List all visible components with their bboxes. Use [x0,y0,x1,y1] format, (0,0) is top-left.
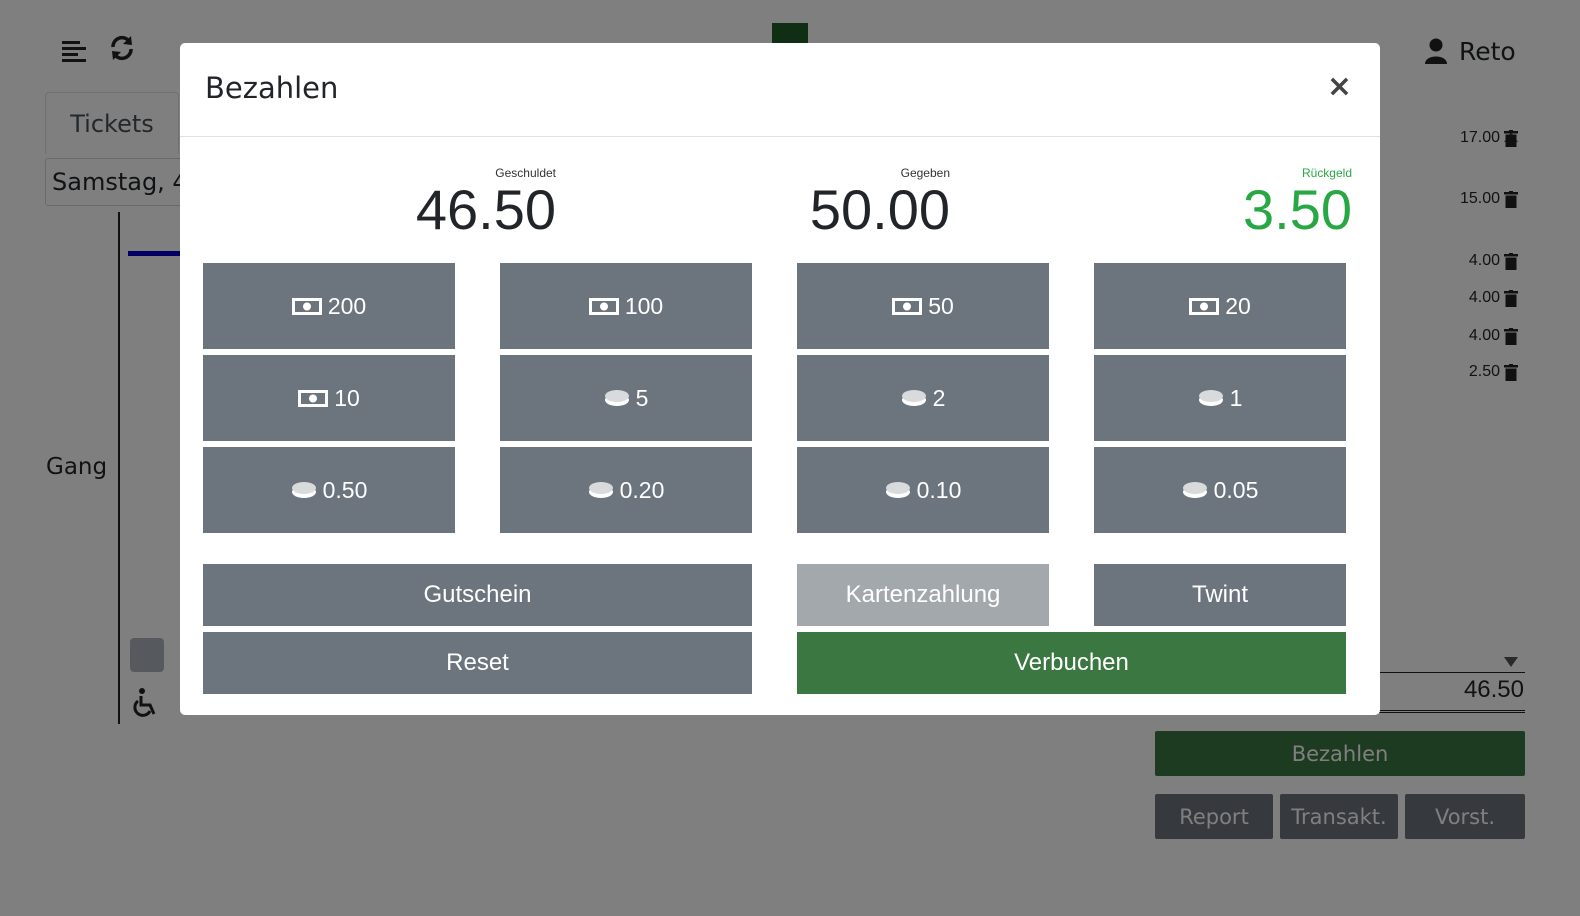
coin-icon [1198,390,1223,406]
banknote-icon [298,389,329,407]
reset-button[interactable]: Reset [203,632,752,694]
coin-icon [291,482,316,498]
voucher-button[interactable]: Gutschein [203,564,752,626]
owed-amount: Geschuldet 46.50 [380,166,556,239]
banknote-icon [1189,297,1220,315]
denomination-label: 10 [334,384,360,411]
denomination-button-0.20[interactable]: 0.20 [500,447,752,533]
owed-value: 46.50 [415,178,556,241]
denomination-label: 200 [327,292,367,319]
denomination-button-200[interactable]: 200 [203,263,455,349]
given-value: 50.00 [809,178,950,241]
coin-icon [1182,482,1207,498]
coin-icon [604,390,629,406]
denomination-label: 5 [635,384,649,411]
denomination-label: 0.05 [1213,476,1259,503]
banknote-icon [892,297,923,315]
denomination-button-20[interactable]: 20 [1094,263,1346,349]
denomination-label: 2 [932,384,946,411]
card-payment-button[interactable]: Kartenzahlung [797,564,1049,626]
close-icon[interactable]: × [1327,69,1352,104]
denomination-label: 50 [928,292,954,319]
denomination-label: 100 [624,292,664,319]
change-value: 3.50 [1243,178,1352,241]
denomination-button-1[interactable]: 1 [1094,355,1346,441]
change-amount: Rückgeld 3.50 [1180,166,1352,239]
denomination-button-0.50[interactable]: 0.50 [203,447,455,533]
denomination-button-5[interactable]: 5 [500,355,752,441]
denomination-button-0.05[interactable]: 0.05 [1094,447,1346,533]
banknote-icon [588,297,619,315]
denomination-label: 0.10 [916,476,962,503]
modal-header: Bezahlen × [180,43,1380,137]
denomination-label: 1 [1229,384,1243,411]
payment-modal: Bezahlen × Geschuldet 46.50 Gegeben 50.0… [180,43,1380,715]
coin-icon [901,390,926,406]
denomination-label: 0.50 [322,476,368,503]
modal-title: Bezahlen [205,71,339,105]
twint-button[interactable]: Twint [1094,564,1346,626]
given-amount: Gegeben 50.00 [770,166,950,239]
denomination-button-0.10[interactable]: 0.10 [797,447,1049,533]
coin-icon [885,482,910,498]
denomination-button-2[interactable]: 2 [797,355,1049,441]
denomination-label: 20 [1225,292,1251,319]
denomination-button-100[interactable]: 100 [500,263,752,349]
banknote-icon [291,297,322,315]
denomination-button-10[interactable]: 10 [203,355,455,441]
denomination-label: 0.20 [619,476,665,503]
book-button[interactable]: Verbuchen [797,632,1346,694]
denomination-button-50[interactable]: 50 [797,263,1049,349]
coin-icon [588,482,613,498]
